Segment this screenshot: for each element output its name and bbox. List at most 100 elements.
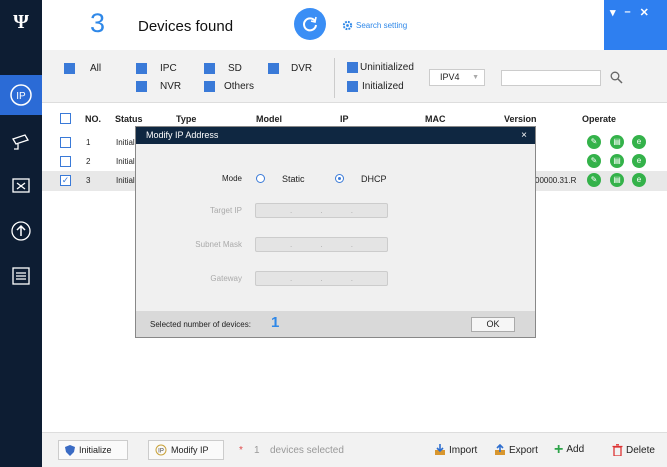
- dialog-close-icon[interactable]: ×: [521, 127, 527, 144]
- subnet-mask-field[interactable]: ...: [255, 237, 388, 252]
- row-no: 2: [86, 157, 91, 166]
- edit-icon[interactable]: ✎: [587, 173, 601, 187]
- row-no: 3: [86, 176, 91, 185]
- add-label: Add: [566, 444, 585, 455]
- export-label: Export: [509, 444, 538, 456]
- col-mac: MAC: [425, 114, 446, 124]
- minimize-icon[interactable]: –: [625, 6, 631, 50]
- dhcp-radio[interactable]: [335, 174, 344, 183]
- filter-all-checkbox[interactable]: [64, 63, 75, 74]
- add-button[interactable]: + Add: [554, 440, 585, 458]
- ip-version-value: IPV4: [440, 72, 460, 82]
- trash-icon: [612, 444, 623, 456]
- web-icon[interactable]: e: [632, 173, 646, 187]
- web-icon[interactable]: e: [632, 154, 646, 168]
- col-model: Model: [256, 114, 282, 124]
- search-setting-link[interactable]: Search setting: [342, 20, 407, 31]
- initialize-button[interactable]: Initialize: [58, 440, 128, 460]
- filter-sd-checkbox[interactable]: [204, 63, 215, 74]
- filter-dvr-label: DVR: [291, 63, 313, 74]
- import-button[interactable]: Import: [434, 444, 477, 456]
- export-icon: [495, 444, 505, 455]
- devices-found-label: Devices found: [138, 18, 234, 35]
- row-status: Initial: [116, 176, 135, 185]
- modify-ip-button[interactable]: IP Modify IP: [148, 440, 224, 460]
- static-radio[interactable]: [256, 174, 265, 183]
- import-label: Import: [449, 444, 478, 456]
- sidebar-ip-tool-button[interactable]: IP: [0, 75, 42, 115]
- selected-devices-label: Selected number of devices:: [150, 320, 251, 329]
- ip-version-select[interactable]: IPV4 ▼: [429, 69, 485, 86]
- ip-icon: IP: [10, 84, 32, 106]
- delete-button[interactable]: Delete: [612, 444, 655, 456]
- col-status: Status: [115, 114, 143, 124]
- select-all-checkbox[interactable]: [60, 113, 71, 124]
- svg-text:IP: IP: [16, 91, 26, 102]
- refresh-button[interactable]: [294, 8, 326, 40]
- web-icon[interactable]: e: [632, 135, 646, 149]
- filter-ipc-label: IPC: [160, 63, 177, 74]
- row-no: 1: [86, 138, 91, 147]
- filter-nvr-checkbox[interactable]: [136, 81, 147, 92]
- row-checkbox[interactable]: [60, 137, 71, 148]
- row-status: Initial: [116, 138, 135, 147]
- import-icon: [435, 444, 445, 455]
- document-icon: [12, 267, 30, 285]
- chevron-down-icon: ▼: [472, 74, 479, 81]
- filter-ipc-checkbox[interactable]: [136, 63, 147, 74]
- filter-others-label: Others: [224, 81, 255, 92]
- filter-dvr-checkbox[interactable]: [268, 63, 279, 74]
- row-status: Initial: [116, 157, 135, 166]
- col-type: Type: [176, 114, 197, 124]
- sidebar: Ψ IP: [0, 0, 42, 467]
- app-window: Ψ IP 3 Devices found Search setting ▾ –: [0, 0, 667, 467]
- header: 3 Devices found Search setting ▾ – ✕: [42, 0, 667, 50]
- search-icon[interactable]: [610, 71, 623, 84]
- close-icon[interactable]: ✕: [640, 6, 649, 50]
- gateway-field[interactable]: ...: [255, 271, 388, 286]
- edit-icon[interactable]: ✎: [587, 135, 601, 149]
- menu-dropdown-icon[interactable]: ▾: [610, 6, 616, 50]
- ok-button[interactable]: OK: [471, 317, 515, 332]
- edit-icon[interactable]: ✎: [587, 154, 601, 168]
- dhcp-label: DHCP: [361, 174, 387, 184]
- search-setting-label: Search setting: [356, 21, 408, 30]
- modify-ip-label: Modify IP: [171, 445, 209, 455]
- mode-label: Mode: [221, 174, 242, 183]
- filter-divider: [334, 58, 335, 98]
- filter-initialized-checkbox[interactable]: [347, 81, 358, 92]
- svg-text:IP: IP: [158, 449, 164, 455]
- col-ip: IP: [340, 114, 349, 124]
- sidebar-camera-button[interactable]: [0, 122, 42, 162]
- export-button[interactable]: Export: [494, 444, 538, 456]
- selected-count: 1: [254, 445, 260, 456]
- modify-ip-dialog: Modify IP Address × Mode Static DHCP Tar…: [135, 126, 536, 338]
- search-input[interactable]: [501, 70, 601, 86]
- bottom-toolbar: Initialize IP Modify IP * 1 devices sele…: [42, 432, 667, 467]
- static-label: Static: [282, 174, 305, 184]
- details-icon[interactable]: ▤: [610, 154, 624, 168]
- filter-others-checkbox[interactable]: [204, 81, 215, 92]
- details-icon[interactable]: ▤: [610, 173, 624, 187]
- sidebar-document-button[interactable]: [0, 256, 42, 296]
- dialog-title-bar: Modify IP Address ×: [136, 127, 535, 144]
- camera-icon: [12, 134, 29, 150]
- app-logo: Ψ: [13, 11, 29, 33]
- row-checkbox[interactable]: [60, 156, 71, 167]
- sidebar-upgrade-button[interactable]: [0, 211, 42, 251]
- target-ip-label: Target IP: [209, 206, 242, 215]
- filter-sd-label: SD: [228, 63, 242, 74]
- plus-icon: +: [554, 440, 564, 458]
- row-checkbox-checked[interactable]: ✓: [60, 175, 71, 186]
- device-count: 3: [90, 8, 106, 38]
- target-ip-field[interactable]: ...: [255, 203, 388, 218]
- sidebar-tools-button[interactable]: [0, 166, 42, 206]
- shield-icon: [65, 444, 75, 456]
- filter-uninitialized-checkbox[interactable]: [347, 62, 358, 73]
- col-operate: Operate: [582, 114, 617, 124]
- window-controls: ▾ – ✕: [604, 0, 667, 50]
- filter-all-label: All: [90, 63, 102, 74]
- initialize-label: Initialize: [79, 445, 112, 455]
- ip-icon: IP: [155, 444, 167, 456]
- details-icon[interactable]: ▤: [610, 135, 624, 149]
